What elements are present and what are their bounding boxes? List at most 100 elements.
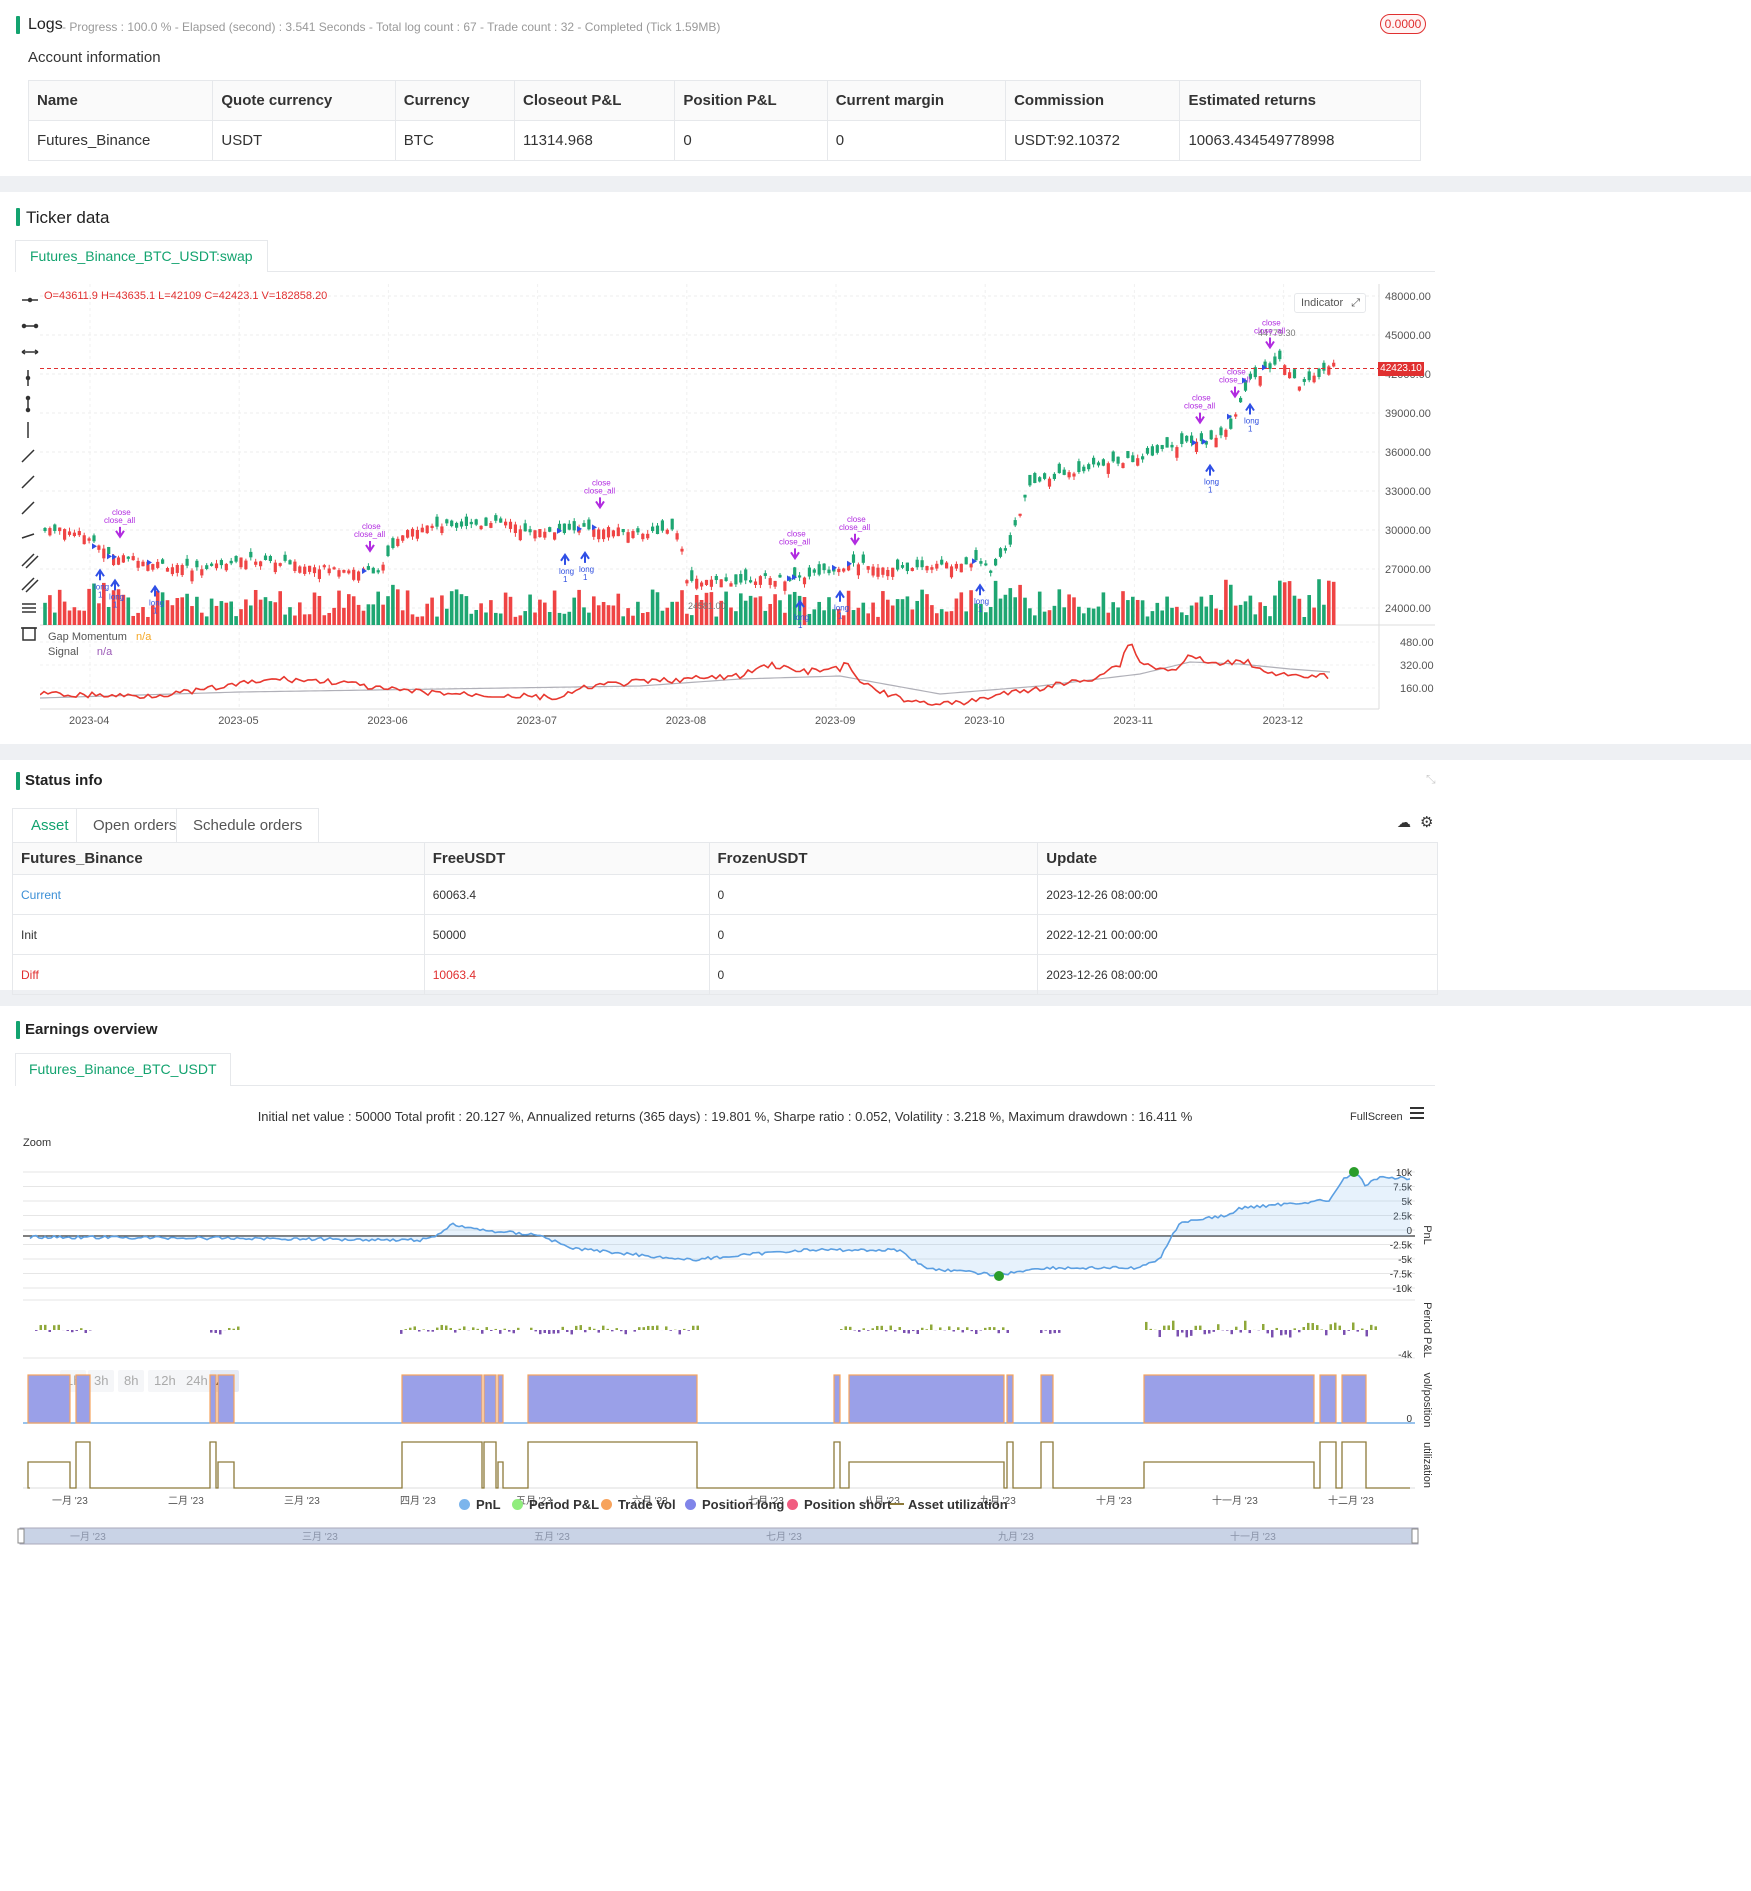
volume-bar xyxy=(665,607,670,625)
candle-body xyxy=(920,560,924,568)
tab-schedule-orders[interactable]: Schedule orders xyxy=(176,808,320,843)
period-pnl-bar xyxy=(530,1327,533,1330)
volume-bar xyxy=(641,613,645,625)
gear-icon[interactable]: ⚙ xyxy=(1420,813,1433,831)
candle-body xyxy=(420,527,424,533)
entry-marker-icon xyxy=(107,553,112,560)
volume-bar xyxy=(1018,584,1022,625)
volume-bar xyxy=(1282,582,1287,625)
volume-bar xyxy=(1278,580,1282,625)
period-pnl-bar xyxy=(1289,1330,1292,1338)
candle-body xyxy=(464,516,468,526)
trade-label: close xyxy=(847,515,866,524)
candle-body xyxy=(1062,469,1066,475)
legend-asset-utilization[interactable]: Asset utilization xyxy=(890,1497,1008,1512)
volume-bar xyxy=(234,616,238,625)
volume-bar xyxy=(1037,591,1042,625)
period-pnl-bar xyxy=(579,1325,582,1330)
candle-body xyxy=(704,579,709,586)
volume-bar xyxy=(866,613,870,625)
volume-bar xyxy=(1086,607,1091,625)
volume-bar xyxy=(616,593,621,625)
period-pnl-bar xyxy=(1365,1330,1368,1337)
position-long-block xyxy=(27,1374,71,1424)
candle-body xyxy=(185,558,189,566)
volume-bar xyxy=(459,594,464,625)
period-pnl-bar xyxy=(1338,1325,1341,1330)
volume-bar xyxy=(62,601,67,625)
menu-icon[interactable] xyxy=(1410,1107,1424,1119)
trade-label: close xyxy=(1227,368,1246,377)
legend-pnl[interactable]: PnL xyxy=(459,1497,501,1512)
navigator-month-label: 一月 '23 xyxy=(70,1531,106,1543)
candle-body xyxy=(543,531,547,538)
period-pnl-bar xyxy=(939,1327,942,1330)
candle-body xyxy=(1052,473,1056,480)
period-pnl-bar xyxy=(1158,1330,1161,1338)
candle-body xyxy=(1273,356,1277,365)
period-pnl-bar xyxy=(656,1325,659,1330)
cloud-upload-icon[interactable]: ☁ xyxy=(1397,814,1411,831)
volume-bar xyxy=(415,616,420,625)
volume-bar xyxy=(861,602,866,625)
position-long-block xyxy=(401,1374,483,1424)
volume-bar xyxy=(1184,615,1189,625)
candle-body xyxy=(332,567,336,570)
legend-trade-vol[interactable]: Trade Vol xyxy=(601,1497,676,1512)
volume-bar xyxy=(1028,608,1032,625)
candle-body xyxy=(655,525,660,535)
volume-bar xyxy=(1263,605,1267,625)
tab-earnings-symbol[interactable]: Futures_Binance_BTC_USDT xyxy=(15,1053,231,1086)
indicator-button[interactable]: Indicator ⤢ xyxy=(1294,293,1366,313)
candle-body xyxy=(1003,548,1007,551)
period-pnl-bar xyxy=(512,1330,515,1334)
indicator-axis-label: 480.00 xyxy=(1400,637,1434,649)
volume-bar xyxy=(592,596,596,625)
status-panel: Status info ⤡ Asset Open orders Schedule… xyxy=(0,760,1751,995)
volume-bar xyxy=(381,604,385,625)
trade-label: 1 xyxy=(98,590,103,599)
candle-body xyxy=(219,560,223,566)
period-pnl-bar xyxy=(925,1329,928,1330)
period-pnl-bar xyxy=(404,1329,407,1330)
candle-body xyxy=(773,580,777,587)
legend-position-long[interactable]: Position long xyxy=(685,1497,784,1512)
candle-body xyxy=(900,565,905,568)
fullscreen-button[interactable]: FullScreen xyxy=(1350,1111,1403,1123)
volume-bar xyxy=(758,596,763,625)
candle-body xyxy=(1302,379,1306,382)
volume-bar xyxy=(611,605,616,625)
volume-bar xyxy=(1106,612,1111,625)
navigator-month-label: 三月 '23 xyxy=(302,1531,338,1543)
legend-period-p-l[interactable]: Period P&L xyxy=(512,1497,599,1512)
period-pnl-bar xyxy=(665,1326,668,1330)
candle-body xyxy=(396,538,400,546)
volume-bar xyxy=(347,594,351,625)
period-pnl-bar xyxy=(894,1330,897,1332)
tab-ticker-symbol[interactable]: Futures_Binance_BTC_USDT:swap xyxy=(15,240,268,272)
drawing-toolbar xyxy=(21,297,39,641)
volume-bar xyxy=(283,614,287,625)
candle-body xyxy=(1214,437,1218,448)
period-pnl-bar xyxy=(1298,1330,1301,1333)
price-chart[interactable]: 48000.0045000.0042000.0039000.0036000.00… xyxy=(40,284,1435,736)
legend-position-short[interactable]: Position short xyxy=(787,1497,891,1512)
candle-body xyxy=(322,565,326,568)
volume-bar xyxy=(685,613,689,625)
volume-bar xyxy=(1199,596,1204,625)
volume-bar xyxy=(126,597,131,625)
candle-body xyxy=(886,569,890,577)
volume-bar xyxy=(332,607,336,625)
volume-bar xyxy=(1121,591,1125,625)
candle-body xyxy=(224,563,228,571)
volume-bar xyxy=(817,601,821,625)
volume-bar xyxy=(498,613,503,625)
collapse-icon[interactable]: ⤡ xyxy=(1426,772,1436,787)
account-value-cell: USDT:92.10372 xyxy=(1005,120,1181,161)
volume-bar xyxy=(268,601,273,625)
candle-body xyxy=(116,557,121,565)
legend-marker-icon xyxy=(685,1499,696,1510)
period-pnl-bar xyxy=(431,1330,434,1332)
volume-bar xyxy=(895,599,900,625)
earnings-chart[interactable]: 10k7.5k5k2.5k0-2.5k-5k-7.5k-10kPnLPeriod… xyxy=(0,1150,1451,1891)
